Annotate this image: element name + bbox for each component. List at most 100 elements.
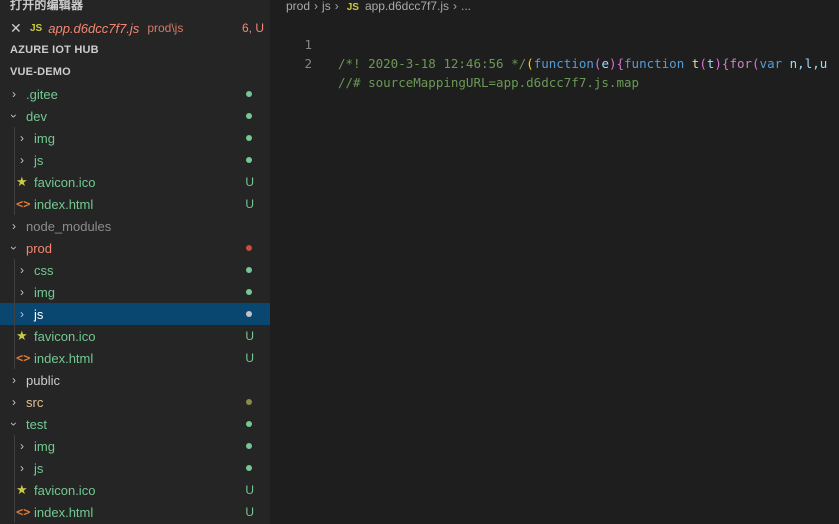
chevron-down-icon: › [7,246,21,250]
git-status-dot [246,267,252,273]
indent-guide [14,259,15,369]
tree-item-label: img [34,284,55,300]
close-icon[interactable]: ✕ [10,20,26,37]
js-file-icon: JS [346,2,359,13]
tree-item-label: test [26,416,47,432]
tree-item[interactable]: › css [0,259,270,281]
tree-item[interactable]: <> index.html U [0,193,270,215]
azure-iot-hub-header[interactable]: AZURE IOT HUB [0,39,270,61]
tree-item-label: node_modules [26,218,112,234]
code-line-1[interactable]: 1 /*! 2020-3-18 12:46:56 */(function(e){… [270,16,827,71]
line-number: 2 [304,56,312,71]
tree-item[interactable]: ★ favicon.ico U [0,325,270,347]
tree-item-label: favicon.ico [34,328,96,344]
chevron-down-icon: › [7,114,21,118]
git-status-dot [246,399,252,405]
chevron-right-icon: › [12,219,16,233]
chevron-down-icon: › [7,422,21,426]
git-status-badge: U [245,505,254,519]
chevron-right-icon: › [20,153,24,167]
vue-demo-title: VUE-DEMO [10,66,71,78]
git-status-dot [246,135,252,141]
git-status-dot [246,113,252,119]
tree-item[interactable]: › .gitee [0,83,270,105]
tree-item[interactable]: › prod [0,237,270,259]
breadcrumb: prod › js › JS app.d6dcc7f7.js ›... [286,0,471,13]
open-editor-filename: app.d6dcc7f7.js [48,20,140,36]
tree-item[interactable]: › js [0,149,270,171]
tree-item-label: css [34,262,54,278]
favicon-file-icon: ★ [16,174,28,189]
breadcrumb-more[interactable]: ... [461,0,471,13]
chevron-right-icon: › [12,395,16,409]
chevron-right-icon: › [20,461,24,475]
open-editor-status: 6, U [241,21,264,35]
git-status-badge: U [245,175,254,189]
git-status-dot [246,157,252,163]
git-status-dot [246,421,252,427]
tree-item[interactable]: › src [0,391,270,413]
git-status-dot [246,289,252,295]
tree-item-label: index.html [34,504,94,520]
tree-item-label: img [34,130,55,146]
git-status-dot [246,443,252,449]
html-file-icon: <> [16,351,31,365]
indent-guide [14,127,15,215]
explorer-sidebar: 打开的编辑器 ✕ JS app.d6dcc7f7.js prod\js 6, U… [0,0,270,524]
open-editors-header[interactable]: 打开的编辑器 [0,0,270,13]
tree-item-label: favicon.ico [34,174,96,190]
tree-item-label: js [34,152,44,168]
html-file-icon: <> [16,197,31,211]
tree-item-label: js [34,306,44,322]
tree-item-label: public [26,372,60,388]
chevron-right-icon: › [12,87,16,101]
git-status-badge: U [245,351,254,365]
chevron-right-icon: › [20,131,24,145]
tree-item[interactable]: › node_modules [0,215,270,237]
breadcrumb-file[interactable]: app.d6dcc7f7.js [365,0,449,13]
tree-item[interactable]: › test [0,413,270,435]
code-content: /*! 2020-3-18 12:46:56 */(function(e){fu… [338,56,828,71]
tree-item[interactable]: › img [0,435,270,457]
tree-item[interactable]: <> index.html U [0,501,270,523]
git-status-badge: U [245,197,254,211]
tree-item[interactable]: › img [0,281,270,303]
indent-guide [14,435,15,523]
tree-item[interactable]: › js [0,457,270,479]
code-line-2[interactable]: 2 //# sourceMappingURL=app.d6dcc7f7.js.m… [270,35,639,90]
tree-item[interactable]: ★ favicon.ico U [0,479,270,501]
tree-item-label: dev [26,108,47,124]
tree-item-label: .gitee [26,86,58,102]
tree-item[interactable]: › img [0,127,270,149]
tree-item-label: index.html [34,350,94,366]
tree-item[interactable]: <> index.html U [0,347,270,369]
open-editor-item[interactable]: ✕ JS app.d6dcc7f7.js prod\js 6, U [0,17,270,39]
tree-item-label: src [26,394,44,410]
js-file-icon: JS [30,22,43,34]
tree-item[interactable]: › public [0,369,270,391]
git-status-badge: U [245,483,254,497]
chevron-right-icon: › [453,0,457,13]
git-status-dot [246,311,252,317]
code-content: //# sourceMappingURL=app.d6dcc7f7.js.map [338,75,640,90]
chevron-right-icon: › [20,439,24,453]
favicon-file-icon: ★ [16,328,28,343]
editor-area: prod › js › JS app.d6dcc7f7.js ›... 1 /*! 2020… [270,0,839,524]
chevron-right-icon: › [20,307,24,321]
tree-item[interactable]: ★ favicon.ico U [0,171,270,193]
chevron-right-icon: › [334,0,339,13]
breadcrumb-prod[interactable]: prod [286,0,310,13]
azure-iot-hub-title: AZURE IOT HUB [10,44,99,56]
tree-item-label: index.html [34,196,94,212]
tree-item[interactable]: › dev [0,105,270,127]
breadcrumb-js[interactable]: js [322,0,331,13]
chevron-right-icon: › [20,263,24,277]
open-editors-title: 打开的编辑器 [10,0,84,12]
vue-demo-header[interactable]: VUE-DEMO [0,61,270,83]
tree-item[interactable]: › js [0,303,270,325]
tree-item-label: img [34,438,55,454]
git-status-dot [246,245,252,251]
tree-item-label: prod [26,240,53,256]
git-status-dot [246,91,252,97]
html-file-icon: <> [16,505,31,519]
